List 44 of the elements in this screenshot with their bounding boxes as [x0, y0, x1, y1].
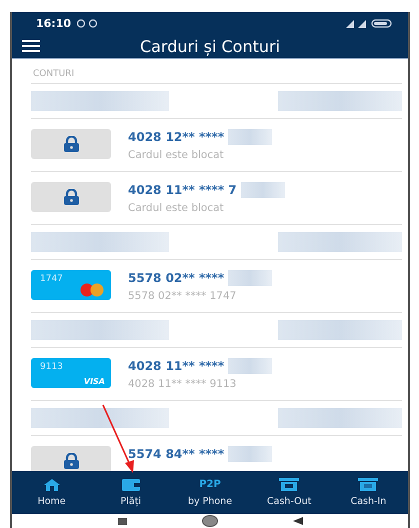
screen-title: Carduri și Conturi [138, 36, 282, 56]
menu-icon[interactable] [22, 40, 40, 52]
wallet-icon [122, 478, 140, 490]
redacted-text [228, 358, 272, 374]
redacted-text [240, 182, 285, 198]
card-row[interactable]: 9113 VISA 4028 11** **** 4028 11** **** 9113 [31, 348, 402, 401]
signal-battery-icons [346, 18, 392, 28]
card-digits: 1747 [40, 274, 63, 284]
card-digits: 9113 [40, 362, 63, 372]
nav-tab[interactable]: Plăți [91, 471, 170, 514]
p2p-icon-text: P2P [199, 478, 221, 490]
recents-button[interactable] [118, 518, 126, 524]
card-row[interactable]: 4028 11** **** 7 Cardul este blocat [31, 172, 402, 225]
card-status: Cardul este blocat [128, 202, 225, 214]
atm-out-icon [279, 478, 300, 491]
card-number: 5578 02** **** [128, 271, 224, 285]
mastercard-logo-icon [79, 283, 105, 297]
card-status: 4028 11** **** 9113 [128, 378, 238, 390]
lock-icon [62, 136, 80, 152]
notification-icons [77, 18, 100, 28]
card-status: Cardul este blocat [128, 149, 225, 161]
nav-tab[interactable]: P2P by Phone [170, 471, 250, 514]
nav-tab[interactable]: Cash-Out [250, 471, 329, 514]
card-number: 4028 11** **** [128, 359, 224, 373]
home-icon [44, 478, 60, 490]
status-time: 16:10 [36, 16, 72, 30]
lock-icon [62, 189, 80, 205]
card-number: 4028 11** **** 7 [128, 183, 237, 197]
card-status: 5578 02** **** 1747 [128, 290, 238, 302]
nav-tab[interactable]: Cash-In [328, 471, 408, 514]
card-number: 4028 12** **** [128, 130, 224, 144]
card-row[interactable]: 1747 5578 02** **** 5578 02** **** 1747 [31, 260, 402, 313]
redacted-text [228, 129, 272, 145]
card-brand: VISA [84, 377, 105, 386]
atm-in-icon [358, 478, 378, 491]
redacted-text [228, 270, 272, 286]
lock-icon [62, 453, 80, 469]
card-number: 5574 84** **** [128, 447, 224, 461]
nav-tab[interactable]: Home [12, 471, 92, 514]
card-row[interactable]: 4028 12** **** Cardul este blocat [31, 119, 402, 172]
back-button[interactable] [292, 517, 302, 525]
home-button[interactable] [202, 515, 218, 527]
redacted-text [228, 446, 272, 462]
section-label: CONTURI [31, 59, 402, 84]
